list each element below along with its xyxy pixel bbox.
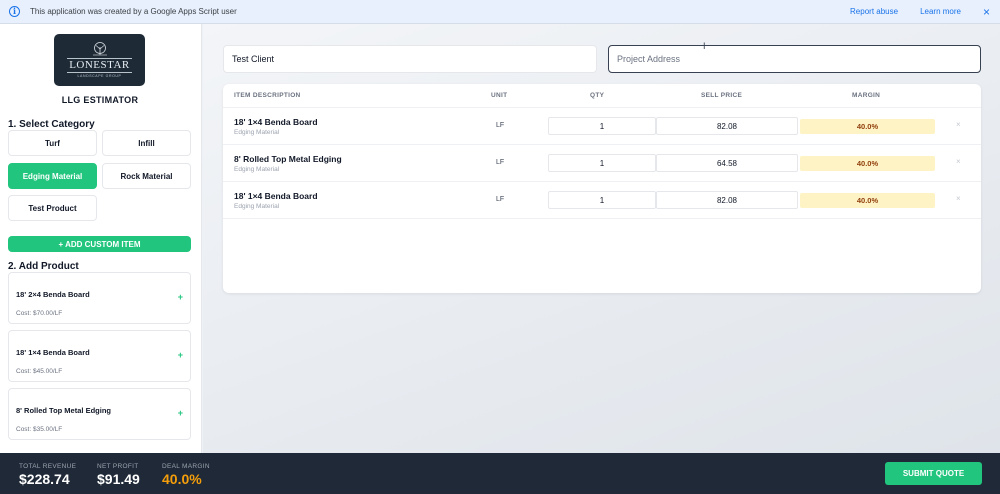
margin-badge: 40.0%: [800, 193, 935, 208]
add-custom-item-button[interactable]: + ADD CUSTOM ITEM: [8, 236, 191, 252]
table-header: ITEM DESCRIPTION UNIT QTY SELL PRICE MAR…: [223, 84, 981, 108]
item-category: Edging Material: [234, 203, 280, 210]
product-card[interactable]: 18' 1×4 Benda Board Cost: $45.00/LF +: [8, 330, 191, 382]
client-name-input[interactable]: [223, 45, 597, 73]
item-name: 18' 1×4 Benda Board: [234, 117, 318, 127]
margin-badge: 40.0%: [800, 119, 935, 134]
product-cost: Cost: $35.00/LF: [16, 426, 63, 433]
item-unit: LF: [496, 159, 505, 166]
qty-input[interactable]: 1: [548, 117, 656, 135]
total-revenue-value: $228.74: [19, 471, 70, 487]
app-title: LLG ESTIMATOR: [61, 95, 139, 105]
add-product-title: 2. Add Product: [8, 261, 79, 272]
header-sell-price: SELL PRICE: [701, 92, 743, 99]
header-item-description: ITEM DESCRIPTION: [234, 92, 301, 99]
header-qty: QTY: [590, 92, 605, 99]
header-margin: MARGIN: [852, 92, 881, 99]
text-cursor-icon: I: [703, 41, 706, 51]
submit-quote-button[interactable]: SUBMIT QUOTE: [885, 462, 982, 485]
select-category-title: 1. Select Category: [8, 119, 95, 130]
product-name: 18' 2×4 Benda Board: [16, 290, 90, 299]
tree-icon: [92, 42, 107, 56]
category-infill-button[interactable]: Infill: [102, 130, 191, 156]
category-test-product-button[interactable]: Test Product: [8, 195, 97, 221]
sell-price-input[interactable]: 64.58: [656, 154, 798, 172]
item-name: 18' 1×4 Benda Board: [234, 191, 318, 201]
product-cost: Cost: $45.00/LF: [16, 368, 63, 375]
item-category: Edging Material: [234, 129, 280, 136]
plus-icon[interactable]: +: [178, 408, 183, 418]
plus-icon[interactable]: +: [178, 292, 183, 302]
item-category: Edging Material: [234, 166, 280, 173]
category-turf-button[interactable]: Turf: [8, 130, 97, 156]
qty-input[interactable]: 1: [548, 191, 656, 209]
item-unit: LF: [496, 122, 505, 129]
banner-message: This application was created by a Google…: [30, 7, 237, 16]
qty-input[interactable]: 1: [548, 154, 656, 172]
logo-wordmark: LONESTAR: [67, 58, 132, 73]
apps-script-banner: i This application was created by a Goog…: [0, 0, 1000, 24]
net-profit-value: $91.49: [97, 471, 140, 487]
close-icon[interactable]: ×: [983, 5, 990, 19]
item-name: 8' Rolled Top Metal Edging: [234, 154, 342, 164]
margin-badge: 40.0%: [800, 156, 935, 171]
product-card[interactable]: 8' Rolled Top Metal Edging Cost: $35.00/…: [8, 388, 191, 440]
product-card[interactable]: 18' 2×4 Benda Board Cost: $70.00/LF +: [8, 272, 191, 324]
sidebar: LONESTAR LANDSCAPE GROUP LLG ESTIMATOR 1…: [0, 24, 202, 453]
category-edging-material-button[interactable]: Edging Material: [8, 163, 97, 189]
report-abuse-link[interactable]: Report abuse: [850, 7, 898, 16]
table-row: 18' 1×4 Benda Board Edging Material LF 1…: [223, 182, 981, 219]
line-items-table: ITEM DESCRIPTION UNIT QTY SELL PRICE MAR…: [223, 84, 981, 293]
category-rock-material-button[interactable]: Rock Material: [102, 163, 191, 189]
learn-more-link[interactable]: Learn more: [920, 7, 961, 16]
item-unit: LF: [496, 196, 505, 203]
project-address-input[interactable]: [608, 45, 981, 73]
net-profit-label: NET PROFIT: [97, 463, 139, 470]
deal-margin-value: 40.0%: [162, 471, 202, 487]
remove-icon[interactable]: ×: [956, 120, 961, 129]
plus-icon[interactable]: +: [178, 350, 183, 360]
product-name: 18' 1×4 Benda Board: [16, 348, 90, 357]
main-panel: I ITEM DESCRIPTION UNIT QTY SELL PRICE M…: [203, 24, 1000, 453]
table-row: 18' 1×4 Benda Board Edging Material LF 1…: [223, 108, 981, 145]
header-unit: UNIT: [491, 92, 508, 99]
summary-footer: TOTAL REVENUE $228.74 NET PROFIT $91.49 …: [0, 453, 1000, 494]
product-name: 8' Rolled Top Metal Edging: [16, 406, 111, 415]
table-row: 8' Rolled Top Metal Edging Edging Materi…: [223, 145, 981, 182]
info-icon: i: [9, 6, 20, 17]
product-cost: Cost: $70.00/LF: [16, 310, 63, 317]
total-revenue-label: TOTAL REVENUE: [19, 463, 77, 470]
sell-price-input[interactable]: 82.08: [656, 191, 798, 209]
sell-price-input[interactable]: 82.08: [656, 117, 798, 135]
logo-tagline: LANDSCAPE GROUP: [77, 74, 122, 78]
deal-margin-label: DEAL MARGIN: [162, 463, 210, 470]
company-logo: LONESTAR LANDSCAPE GROUP: [54, 34, 145, 86]
remove-icon[interactable]: ×: [956, 157, 961, 166]
remove-icon[interactable]: ×: [956, 194, 961, 203]
